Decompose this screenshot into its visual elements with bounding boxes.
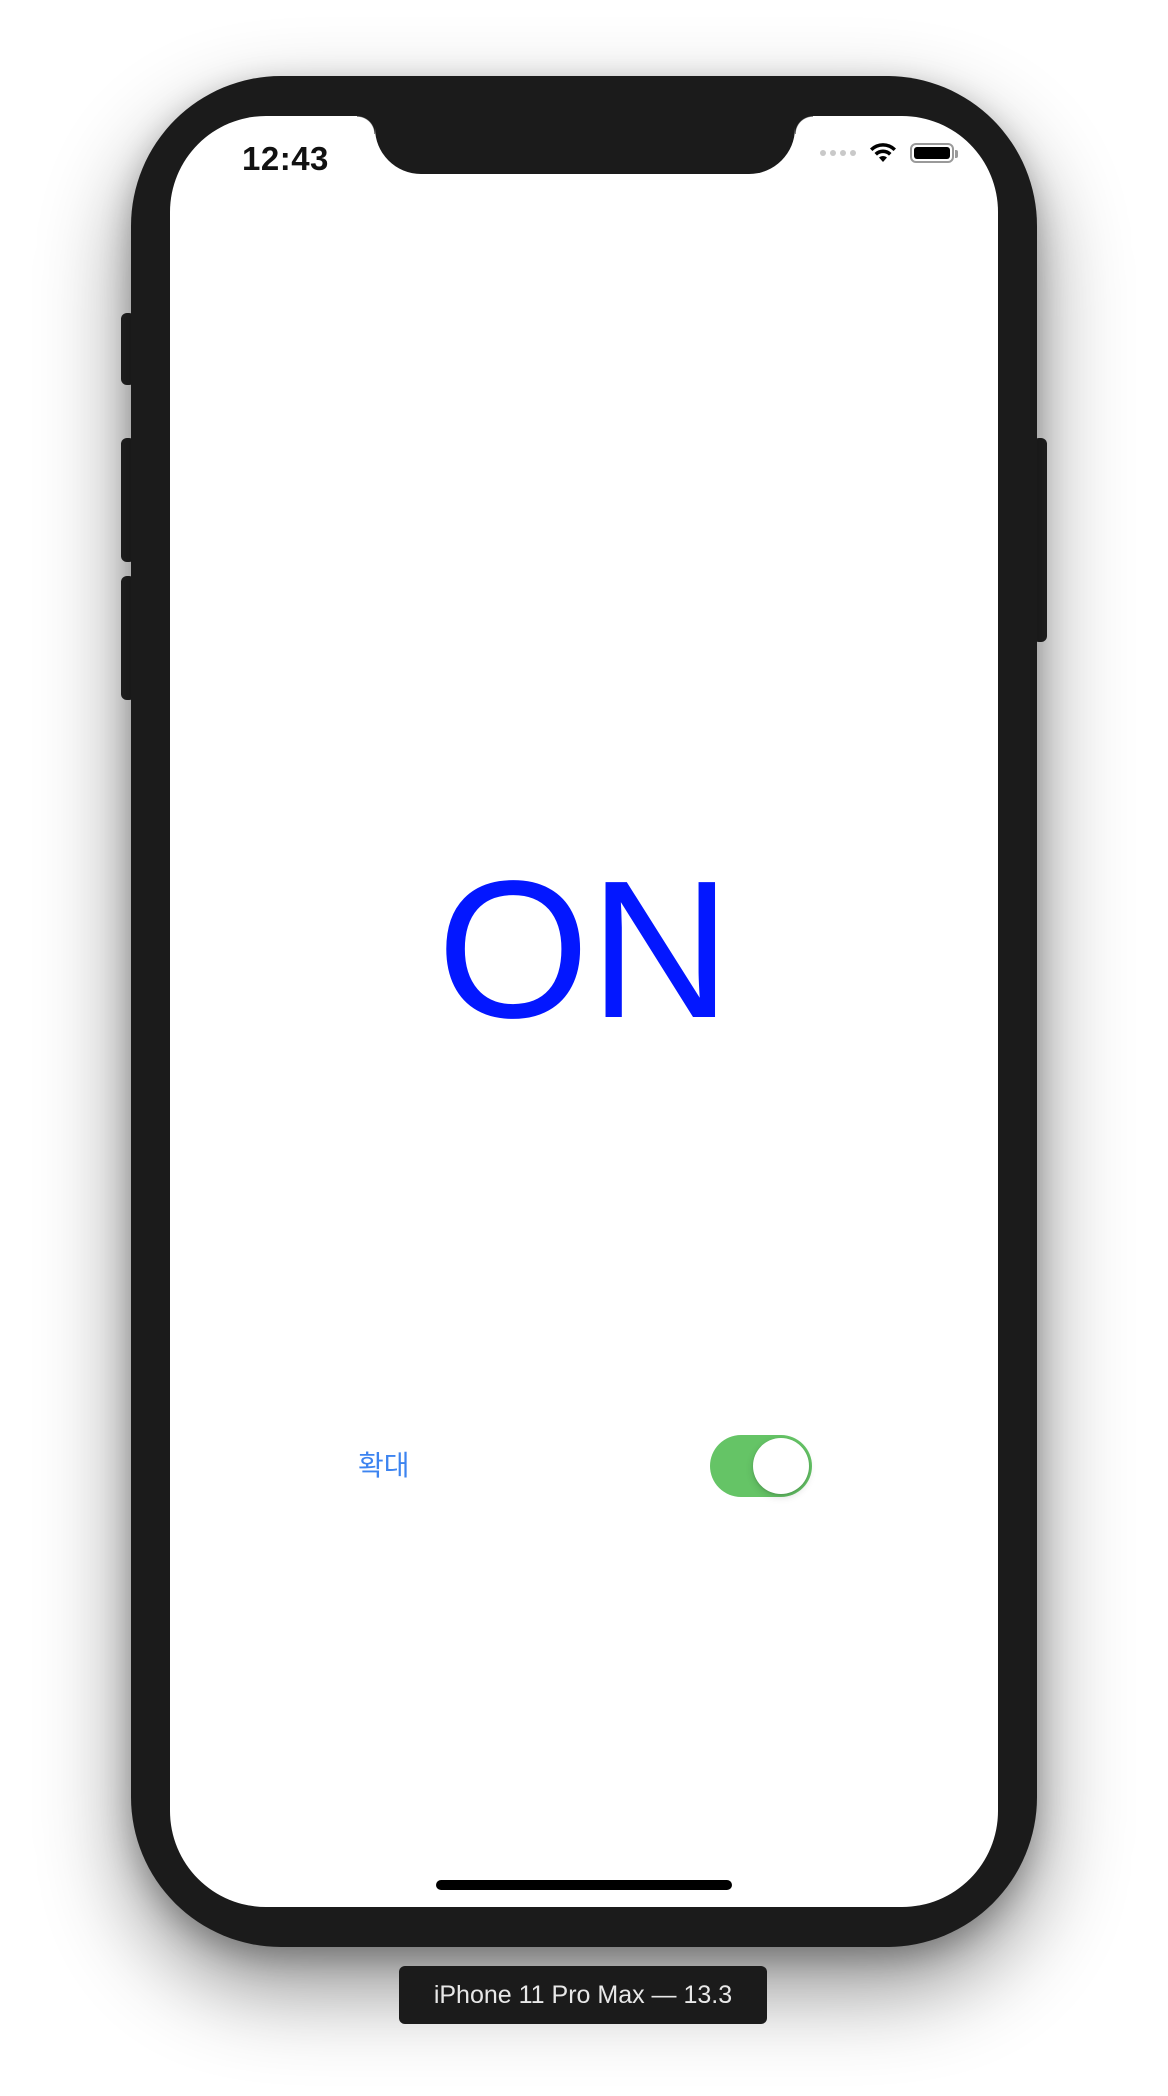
cellular-signal-icon bbox=[820, 150, 856, 156]
battery-icon bbox=[910, 143, 958, 163]
zoom-label: 확대 bbox=[358, 1449, 410, 1482]
device-screen: 12:43 ON 확대 bbox=[170, 116, 998, 1907]
battery-level bbox=[914, 147, 950, 159]
notch bbox=[357, 116, 813, 174]
home-indicator[interactable] bbox=[436, 1880, 732, 1890]
wifi-icon bbox=[870, 143, 896, 162]
simulator-stage: 12:43 ON 확대 iPhone 11 Pro Max — 13.3 bbox=[0, 0, 1168, 2096]
status-time: 12:43 bbox=[242, 140, 329, 177]
status-icons bbox=[820, 142, 958, 164]
state-label: ON bbox=[437, 840, 731, 1059]
switch-knob bbox=[753, 1438, 809, 1494]
zoom-toggle-switch[interactable] bbox=[710, 1435, 812, 1497]
device-caption: iPhone 11 Pro Max — 13.3 bbox=[399, 1966, 767, 2024]
